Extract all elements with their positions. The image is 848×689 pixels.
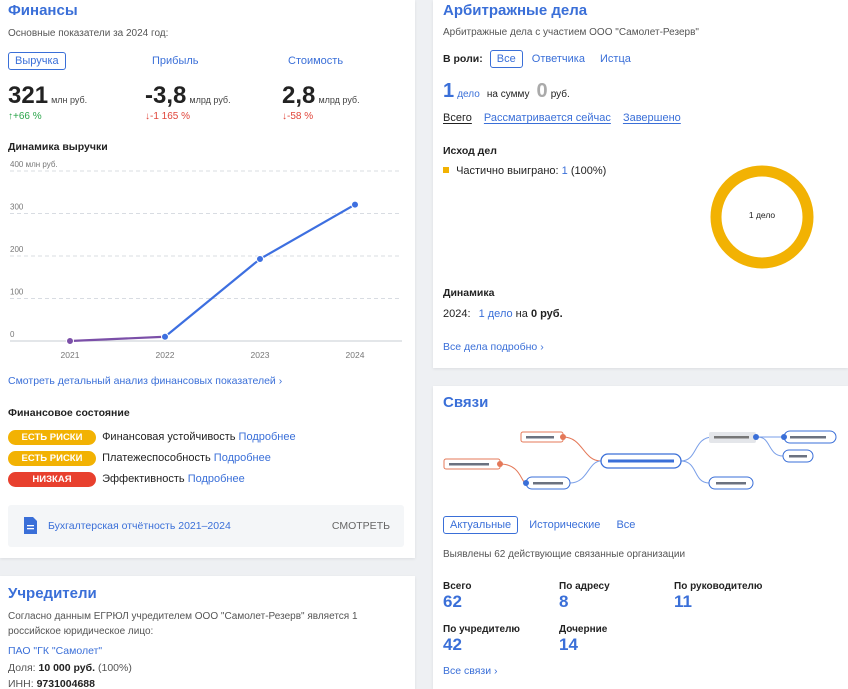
- filter-in-progress[interactable]: Рассматривается сейчас: [484, 112, 611, 124]
- filter-all[interactable]: Всего: [443, 112, 472, 124]
- stat-subsidiaries: Дочерние 14: [559, 624, 608, 654]
- report-view-button[interactable]: СМОТРЕТЬ: [332, 520, 390, 532]
- stat-by-founder: По учредителю 42: [443, 624, 520, 654]
- data-point: [161, 332, 169, 341]
- role-tab-all[interactable]: Все: [489, 50, 523, 68]
- founders-title: Учредители: [8, 585, 97, 602]
- founder-inn: ИНН: 9731004688: [8, 678, 95, 689]
- status-badge: НИЗКАЯ: [8, 472, 96, 487]
- status-badge: ЕСТЬ РИСКИ: [8, 451, 96, 466]
- fin-state-row: ЕСТЬ РИСКИ Платежеспособность Подробнее: [8, 451, 271, 466]
- y-tick-label: 200: [10, 245, 24, 254]
- cases-count: 1 дело на сумму 0 руб.: [443, 80, 570, 102]
- donut-label: 1 дело: [748, 210, 776, 220]
- metric-revenue-value: 321 млн руб.: [8, 82, 88, 109]
- outcome-row: Частично выиграно: 1 (100%): [443, 165, 606, 177]
- series-line-segment: [68, 335, 167, 343]
- y-tick-label: 300: [10, 203, 24, 212]
- x-tick-label: 2023: [251, 350, 270, 360]
- series-line-segment: [163, 257, 262, 338]
- detail-analysis-link[interactable]: Смотреть детальный анализ финансовых пок…: [8, 375, 282, 387]
- chevron-right-icon: ›: [278, 375, 283, 387]
- all-links-link[interactable]: Все связи ›: [443, 665, 498, 677]
- data-point: [66, 337, 74, 345]
- metric-revenue-change: ↑+66 %: [8, 111, 42, 122]
- filter-completed[interactable]: Завершено: [623, 112, 681, 124]
- x-tick-label: 2024: [346, 350, 365, 360]
- x-tick-label: 2021: [61, 350, 80, 360]
- role-filter: В роли: Все Ответчика Истца: [443, 50, 631, 68]
- fin-state-more-link[interactable]: Подробнее: [188, 473, 245, 485]
- stat-total: Всего 62: [443, 581, 472, 611]
- arbitration-title: Арбитражные дела: [443, 2, 588, 19]
- fin-state-more-link[interactable]: Подробнее: [239, 431, 296, 443]
- arbitration-subtitle: Арбитражные дела с участием ООО "Самолет…: [443, 27, 699, 38]
- finance-card: Финансы Основные показатели за 2024 год:…: [0, 0, 415, 558]
- fin-state-row: ЕСТЬ РИСКИ Финансовая устойчивость Подро…: [8, 430, 296, 445]
- report-box[interactable]: Бухгалтерская отчётность 2021–2024 СМОТР…: [8, 505, 404, 547]
- metric-revenue-tab[interactable]: Выручка: [8, 52, 66, 70]
- chevron-right-icon: ›: [494, 665, 498, 677]
- founders-text: Согласно данным ЕГРЮЛ учредителем ООО "С…: [8, 611, 358, 637]
- revenue-chart: 400 млн руб. 300 200 100 0 2021 2022 2023 2024: [10, 160, 402, 360]
- outcome-title: Исход дел: [443, 145, 497, 157]
- tab-historical[interactable]: Исторические: [529, 519, 600, 531]
- stat-by-director: По руководителю 11: [674, 581, 763, 611]
- data-point: [351, 200, 359, 209]
- links-card: Связи Актуальные Исторические Все Выявле…: [433, 386, 848, 689]
- y-tick-label: 100: [10, 288, 24, 297]
- fin-state-label: Платежеспособность: [102, 452, 211, 464]
- chevron-right-icon: ›: [540, 341, 544, 353]
- finance-title: Финансы: [8, 2, 78, 19]
- metric-cost-value: 2,8 млрд руб.: [282, 82, 360, 109]
- links-graph: [443, 430, 837, 490]
- fin-state-more-link[interactable]: Подробнее: [214, 452, 271, 464]
- links-title: Связи: [443, 394, 489, 411]
- document-icon: [24, 517, 37, 534]
- founder-share: Доля: 10 000 руб. (100%): [8, 662, 132, 674]
- founder-company-link[interactable]: ПАО "ГК "Самолет": [8, 645, 102, 657]
- status-badge: ЕСТЬ РИСКИ: [8, 430, 96, 445]
- finance-subtitle: Основные показатели за 2024 год:: [8, 28, 169, 39]
- dynamics-row: 2024: 1 дело на 0 руб.: [443, 308, 563, 320]
- data-point: [256, 254, 264, 263]
- role-tab-plaintiff[interactable]: Истца: [600, 53, 631, 65]
- tab-all[interactable]: Все: [616, 519, 635, 531]
- series-line-segment: [258, 203, 357, 261]
- metric-revenue[interactable]: Выручка: [8, 52, 66, 70]
- x-tick-label: 2022: [156, 350, 175, 360]
- founders-card: Учредители Согласно данным ЕГРЮЛ учредит…: [0, 576, 415, 689]
- fin-state-title: Финансовое состояние: [8, 407, 130, 419]
- status-filters: Всего Рассматривается сейчас Завершено: [443, 112, 681, 124]
- fin-state-row: НИЗКАЯ Эффективность Подробнее: [8, 472, 245, 487]
- y-tick-label: 400 млн руб.: [10, 160, 58, 169]
- links-summary: Выявлены 62 действующие связанные органи…: [443, 549, 686, 560]
- report-label[interactable]: Бухгалтерская отчётность 2021–2024: [48, 520, 231, 532]
- fin-state-label: Эффективность: [102, 473, 185, 485]
- dynamics-title: Динамика: [443, 287, 495, 299]
- metric-profit-tab[interactable]: Прибыль: [152, 55, 199, 67]
- links-tabs: Актуальные Исторические Все: [443, 516, 635, 534]
- chart-title: Динамика выручки: [8, 141, 108, 153]
- metric-cost-change: ↓-58 %: [282, 111, 314, 122]
- tab-actual[interactable]: Актуальные: [443, 516, 519, 534]
- role-tab-defendant[interactable]: Ответчика: [532, 53, 585, 65]
- y-tick-label: 0: [10, 330, 15, 339]
- metric-profit-value: -3,8 млрд руб.: [145, 82, 231, 109]
- role-label: В роли:: [443, 53, 483, 65]
- legend-square-icon: [443, 167, 449, 173]
- metric-profit-change: ↓-1 165 %: [145, 111, 191, 122]
- stat-by-address: По адресу 8: [559, 581, 610, 611]
- arbitration-card: Арбитражные дела Арбитражные дела с учас…: [433, 0, 848, 368]
- metric-value-tab[interactable]: Стоимость: [288, 55, 343, 67]
- fin-state-label: Финансовая устойчивость: [102, 431, 236, 443]
- all-cases-link[interactable]: Все дела подробно ›: [443, 341, 544, 353]
